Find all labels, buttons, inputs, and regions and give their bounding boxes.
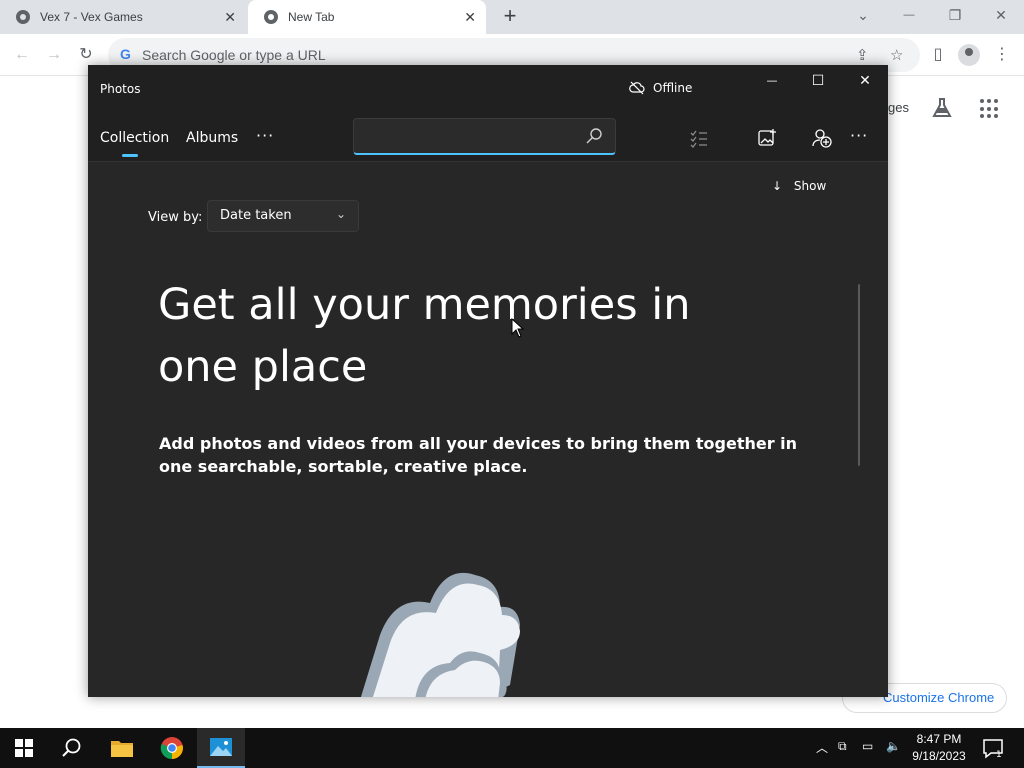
clock-date: 9/18/2023: [912, 749, 966, 763]
photos-minimize-button[interactable]: —: [749, 70, 795, 92]
kebab-menu-icon[interactable]: ⋮: [990, 43, 1014, 67]
photos-nav-bar: Collection Albums ··· ···: [88, 113, 888, 162]
reload-icon[interactable]: ↻: [74, 43, 98, 67]
browser-restore-button[interactable]: ❐: [932, 4, 978, 26]
active-tab-indicator: [122, 154, 138, 157]
star-icon[interactable]: ☆: [890, 46, 903, 64]
mouse-cursor-icon: [511, 318, 524, 338]
tab-title: New Tab: [288, 10, 335, 24]
windows-taskbar: ︿ ⧉ ▭ 🔈 8:47 PM 9/18/2023 1: [0, 728, 1024, 768]
import-icon[interactable]: [756, 127, 778, 149]
close-tab-icon[interactable]: ✕: [224, 9, 236, 25]
chrome-logo-icon: [160, 737, 183, 760]
new-tab-button[interactable]: +: [498, 5, 522, 29]
show-button[interactable]: ↓ Show: [772, 179, 826, 193]
view-by-dropdown[interactable]: Date taken ⌄: [207, 200, 359, 232]
taskbar-search-glyph-icon: [62, 738, 81, 757]
onedrive-sync-icon[interactable]: ⧉: [838, 739, 847, 754]
images-link[interactable]: ges: [888, 100, 909, 115]
photos-title-bar: Photos Offline — ☐ ✕: [88, 65, 888, 113]
photos-search-input[interactable]: [362, 126, 572, 148]
customize-chrome-label: Customize Chrome: [883, 690, 995, 705]
show-hidden-icons-icon[interactable]: ︿: [816, 739, 828, 756]
app-title: Photos: [100, 82, 141, 96]
forward-icon[interactable]: →: [42, 43, 66, 67]
tab-vex-games[interactable]: Vex 7 - Vex Games ✕: [0, 0, 246, 34]
labs-icon[interactable]: [930, 96, 954, 120]
windows-logo-icon: [15, 739, 33, 757]
google-g-icon: G: [120, 46, 131, 62]
offline-label: Offline: [653, 81, 693, 95]
empty-state-description: Add photos and videos from all your devi…: [159, 434, 798, 476]
notification-count: 1: [996, 750, 1002, 759]
photos-app-window: Photos Offline — ☐ ✕ Collection Albums ·…: [88, 65, 888, 697]
chevron-down-icon: ⌄: [335, 207, 346, 221]
photos-logo-icon: [210, 738, 232, 756]
cloud-offline-icon: [629, 81, 645, 95]
empty-state-headline: Get all your memories in one place: [158, 280, 691, 392]
tab-new-tab[interactable]: New Tab ✕: [248, 0, 486, 34]
nav-more-button[interactable]: ···: [256, 126, 274, 145]
share-icon[interactable]: ⇪: [856, 46, 869, 64]
view-by-label: View by:: [148, 210, 203, 225]
back-icon[interactable]: ←: [10, 43, 34, 67]
notification-center-icon[interactable]: 1: [982, 737, 1004, 759]
browser-tab-strip: Vex 7 - Vex Games ✕ New Tab ✕ + ⌄ — ❐ ✕: [0, 0, 1024, 34]
chrome-icon[interactable]: [148, 728, 196, 768]
cloud-illustration-icon: [360, 572, 520, 697]
show-label: Show: [793, 179, 827, 193]
side-panel-icon[interactable]: ▯: [926, 43, 950, 67]
add-people-icon[interactable]: [811, 127, 833, 149]
browser-minimize-button[interactable]: —: [886, 4, 932, 26]
search-icon[interactable]: [48, 728, 96, 768]
photos-maximize-button[interactable]: ☐: [795, 70, 841, 92]
profile-icon[interactable]: [958, 44, 980, 66]
tab-collection[interactable]: Collection: [100, 130, 169, 146]
volume-muted-icon[interactable]: 🔈: [886, 739, 901, 753]
scrollbar[interactable]: [858, 284, 860, 466]
photos-close-button[interactable]: ✕: [842, 70, 888, 92]
chrome-favicon-icon: [264, 10, 278, 24]
collection-content: ↓ Show View by: Date taken ⌄ Get all you…: [88, 162, 888, 697]
overflow-menu-button[interactable]: ···: [850, 126, 868, 145]
view-by-value: Date taken: [220, 208, 292, 223]
offline-status[interactable]: Offline: [629, 81, 692, 95]
photos-search-box[interactable]: [353, 118, 616, 155]
system-clock[interactable]: 8:47 PM 9/18/2023: [906, 731, 972, 765]
address-bar-placeholder: Search Google or type a URL: [142, 47, 326, 63]
arrow-down-icon: ↓: [772, 179, 783, 193]
file-explorer-icon[interactable]: [98, 728, 146, 768]
windows-start-icon[interactable]: [0, 728, 48, 768]
network-icon[interactable]: ▭: [862, 739, 873, 753]
browser-close-button[interactable]: ✕: [978, 4, 1024, 26]
tab-albums[interactable]: Albums: [186, 130, 238, 146]
globe-icon: [16, 10, 30, 24]
tab-search-dropdown-icon[interactable]: ⌄: [840, 4, 886, 26]
tab-title: Vex 7 - Vex Games: [40, 10, 143, 24]
clock-time: 8:47 PM: [916, 732, 962, 746]
close-tab-icon[interactable]: ✕: [464, 9, 476, 25]
folder-icon: [111, 741, 133, 757]
photos-icon[interactable]: [197, 728, 245, 768]
select-icon[interactable]: [688, 127, 710, 149]
search-icon[interactable]: [585, 127, 603, 145]
apps-grid-icon[interactable]: [980, 99, 1000, 119]
